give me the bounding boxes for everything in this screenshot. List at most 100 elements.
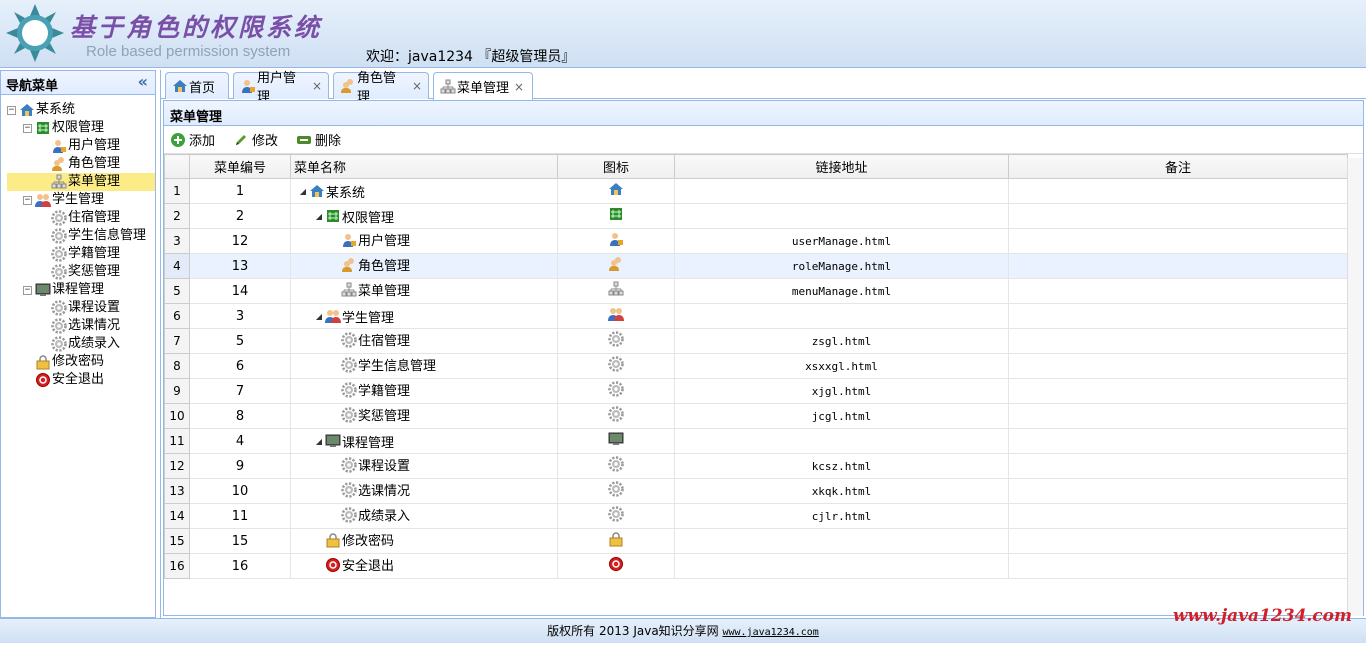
menu-id-cell: 12: [189, 228, 291, 254]
tree-item[interactable]: − 学生管理: [7, 191, 155, 209]
footer: 版权所有 2013 Java知识分享网 www.java1234.com: [0, 618, 1366, 643]
table-row[interactable]: 11 4 ◢ 课程管理: [164, 428, 1348, 454]
menu-note-cell: [1008, 303, 1348, 329]
tree-item[interactable]: 学籍管理: [7, 245, 155, 263]
expand-arrow-icon[interactable]: ◢: [313, 212, 325, 221]
tree-item[interactable]: 选课情况: [7, 317, 155, 335]
menu-icon-cell: [557, 178, 675, 204]
menu-icon-cell: [557, 278, 675, 304]
tree-item[interactable]: − 权限管理: [7, 119, 155, 137]
header: 基于角色的权限系统 Role based permission system 欢…: [0, 0, 1366, 68]
gear-icon: [607, 381, 624, 397]
tree-item[interactable]: 住宿管理: [7, 209, 155, 227]
table-row[interactable]: 1 1 ◢ 某系统: [164, 178, 1348, 204]
gear-icon: [341, 482, 357, 498]
col-header[interactable]: 链接地址: [674, 154, 1009, 179]
table-row[interactable]: 5 14 菜单管理 menuManage.html: [164, 278, 1348, 304]
expand-arrow-icon[interactable]: ◢: [297, 187, 309, 196]
vertical-scrollbar[interactable]: [1347, 158, 1363, 616]
tree-item[interactable]: 奖惩管理: [7, 263, 155, 281]
user-icon: [341, 232, 357, 248]
tab[interactable]: 用户管理 ×: [233, 71, 329, 105]
tree-item[interactable]: 角色管理: [7, 155, 155, 173]
close-tab-icon[interactable]: ×: [514, 80, 524, 94]
footer-link[interactable]: www.java1234.com: [723, 627, 819, 638]
menu-name-label: 学生管理: [342, 310, 395, 326]
grid-icon: [325, 208, 341, 224]
tree-item[interactable]: 课程设置: [7, 299, 155, 317]
menu-name-label: 住宿管理: [358, 334, 411, 350]
delete-button[interactable]: 删除: [296, 130, 341, 149]
app-title: 基于角色的权限系统: [70, 13, 323, 42]
delete-icon: [297, 135, 312, 144]
table-row[interactable]: 12 9 课程设置 kcsz.html: [164, 453, 1348, 479]
row-number: 15: [164, 528, 190, 554]
table-row[interactable]: 3 12 用户管理 userManage.html: [164, 228, 1348, 254]
col-header[interactable]: 菜单名称: [290, 154, 558, 179]
collapse-icon[interactable]: «: [138, 72, 148, 91]
tree-item[interactable]: 菜单管理: [7, 173, 155, 191]
collapse-toggle-icon[interactable]: −: [7, 105, 16, 115]
menu-note-cell: [1008, 203, 1348, 229]
user-icon: [51, 138, 67, 154]
add-button[interactable]: 添加: [170, 130, 215, 149]
menu-id-cell: 5: [189, 328, 291, 354]
row-number: 4: [164, 253, 190, 279]
tree-item-label: 住宿管理: [68, 210, 121, 225]
tree-item-label: 菜单管理: [68, 174, 121, 189]
menu-url-cell: [674, 428, 1009, 454]
tree-item[interactable]: − 某系统: [7, 101, 155, 119]
table-row[interactable]: 16 16 安全退出: [164, 553, 1348, 579]
collapse-toggle-icon[interactable]: −: [23, 123, 32, 133]
table-row[interactable]: 7 5 住宿管理 zsgl.html: [164, 328, 1348, 354]
table-row[interactable]: 15 15 修改密码: [164, 528, 1348, 554]
menu-id-cell: 14: [189, 278, 291, 304]
table-row[interactable]: 13 10 选课情况 xkqk.html: [164, 478, 1348, 504]
welcome-text: 欢迎：java1234 『超级管理员』: [366, 49, 576, 65]
tree-item[interactable]: 修改密码: [7, 353, 155, 371]
home-icon: [608, 181, 624, 197]
tree-item-label: 角色管理: [68, 156, 121, 171]
table-row[interactable]: 4 13 角色管理 roleManage.html: [164, 253, 1348, 279]
row-number: 3: [164, 228, 190, 254]
users-icon: [340, 78, 356, 94]
table-row[interactable]: 14 11 成绩录入 cjlr.html: [164, 503, 1348, 529]
table-row[interactable]: 9 7 学籍管理 xjgl.html: [164, 378, 1348, 404]
gear-icon: [607, 481, 624, 497]
collapse-toggle-icon[interactable]: −: [23, 195, 32, 205]
tree-item-label: 课程设置: [68, 300, 121, 315]
menu-note-cell: [1008, 478, 1348, 504]
menu-id-cell: 15: [189, 528, 291, 554]
tab[interactable]: 首页: [165, 72, 229, 99]
group-icon: [35, 192, 51, 208]
collapse-toggle-icon[interactable]: −: [23, 285, 32, 295]
expand-arrow-icon[interactable]: ◢: [313, 312, 325, 321]
edit-button[interactable]: 修改: [233, 130, 278, 149]
table-row[interactable]: 2 2 ◢ 权限管理: [164, 203, 1348, 229]
col-header[interactable]: 菜单编号: [189, 154, 291, 179]
menu-name-label: 菜单管理: [358, 284, 411, 300]
table-row[interactable]: 10 8 奖惩管理 jcgl.html: [164, 403, 1348, 429]
tree-item[interactable]: 用户管理: [7, 137, 155, 155]
tree-item[interactable]: − 课程管理: [7, 281, 155, 299]
expand-arrow-icon[interactable]: ◢: [313, 437, 325, 446]
col-header[interactable]: 备注: [1008, 154, 1348, 179]
menu-name-cell: ◢ 课程管理: [290, 428, 558, 454]
close-tab-icon[interactable]: ×: [312, 79, 322, 93]
home-icon: [309, 183, 325, 199]
tab[interactable]: 菜单管理 ×: [433, 72, 533, 100]
menu-url-cell: xjgl.html: [674, 378, 1009, 404]
tab[interactable]: 角色管理 ×: [333, 71, 429, 105]
tree-item[interactable]: 安全退出: [7, 371, 155, 389]
close-tab-icon[interactable]: ×: [412, 79, 422, 93]
menu-icon-cell: [557, 453, 675, 479]
gear-icon: [51, 246, 67, 262]
tree-item[interactable]: 学生信息管理: [7, 227, 155, 245]
row-number: 1: [164, 178, 190, 204]
table-row[interactable]: 6 3 ◢ 学生管理: [164, 303, 1348, 329]
col-header[interactable]: 图标: [557, 154, 675, 179]
tree-item[interactable]: 成绩录入: [7, 335, 155, 353]
table-row[interactable]: 8 6 学生信息管理 xsxxgl.html: [164, 353, 1348, 379]
menu-icon-cell: [557, 528, 675, 554]
row-number: 5: [164, 278, 190, 304]
